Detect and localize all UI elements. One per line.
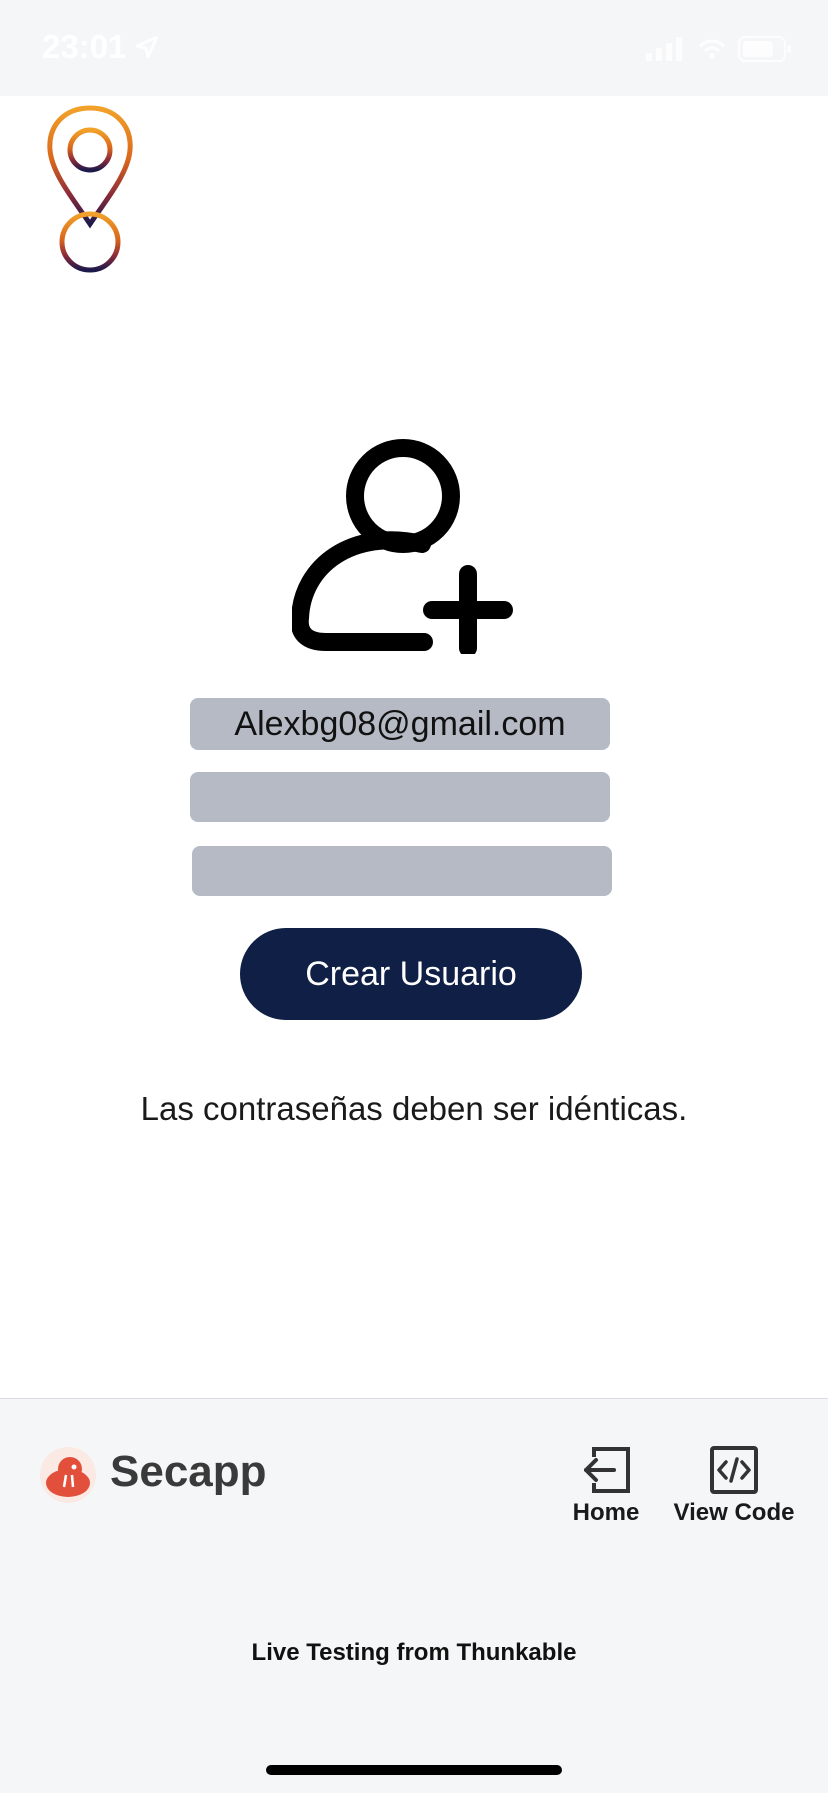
wifi-icon: [699, 39, 725, 59]
app-avatar: [40, 1447, 96, 1503]
view-code-label: View Code: [673, 1499, 795, 1526]
validation-message: Las contraseñas deben ser idénticas.: [140, 1090, 688, 1127]
home-button[interactable]: Home: [556, 1445, 656, 1527]
status-indicators: [646, 36, 792, 62]
home-exit-icon: [584, 1447, 630, 1493]
email-field[interactable]: [190, 698, 610, 750]
thunkable-bottom-bar: Secapp Home View Code Live Testing from …: [0, 1398, 828, 1793]
password-field[interactable]: [190, 772, 610, 822]
home-indicator[interactable]: [266, 1765, 562, 1775]
confirm-password-field[interactable]: [192, 846, 612, 896]
create-user-button[interactable]: Crear Usuario: [240, 928, 582, 1020]
location-arrow-icon: [135, 35, 159, 59]
battery-icon: [738, 36, 791, 62]
location-pin-icon: [47, 105, 133, 273]
signal-icon: [646, 37, 682, 61]
status-bar: 23:01: [0, 0, 828, 96]
walrus-mascot-icon: [46, 1457, 90, 1497]
add-user-icon: [292, 439, 513, 654]
home-label: Home: [572, 1499, 640, 1526]
view-code-button[interactable]: View Code: [668, 1445, 800, 1527]
app-name: Secapp: [110, 1447, 267, 1496]
code-icon: [710, 1446, 758, 1494]
footer-text: Live Testing from Thunkable: [251, 1639, 577, 1666]
status-time: 23:01: [42, 28, 127, 65]
